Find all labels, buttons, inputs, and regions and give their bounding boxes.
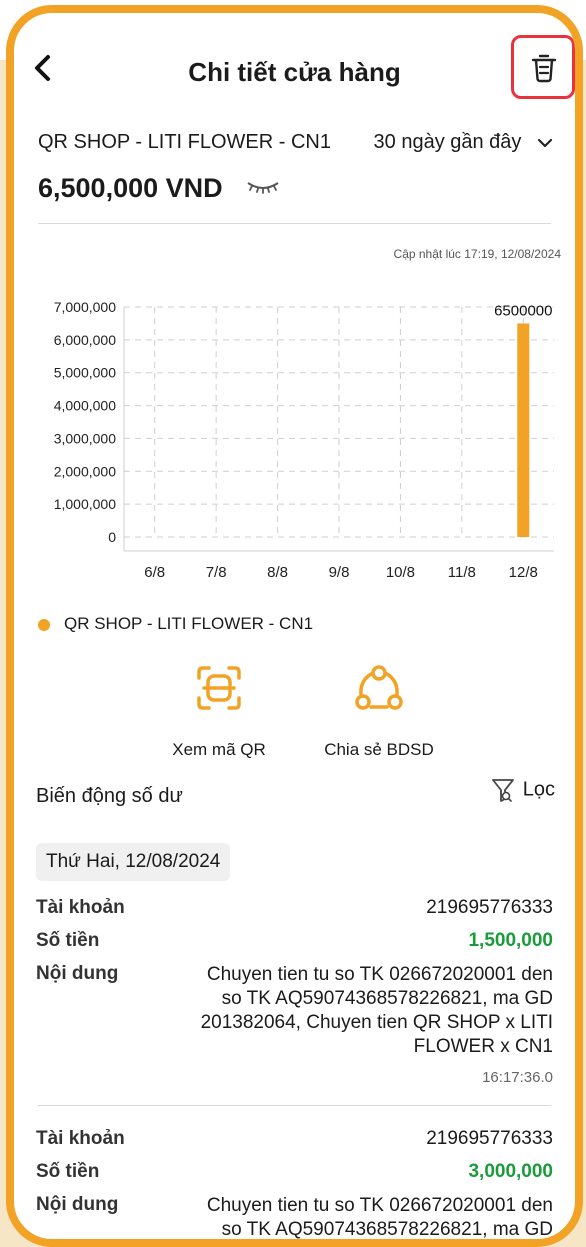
divider xyxy=(38,223,551,224)
balance-amount: 6,500,000 VND xyxy=(38,173,223,203)
hide-balance-button[interactable] xyxy=(246,180,280,199)
x-tick-label: 9/8 xyxy=(329,564,350,581)
legend-marker xyxy=(38,619,50,631)
y-tick-label: 3,000,000 xyxy=(54,430,116,446)
x-tick-label: 11/8 xyxy=(448,564,476,581)
account-label: Tài khoản xyxy=(36,1128,125,1149)
x-tick-label: 12/8 xyxy=(509,564,538,581)
x-tick-label: 8/8 xyxy=(267,564,288,581)
eye-closed-icon xyxy=(247,182,279,194)
divider xyxy=(38,1105,551,1106)
legend-label: QR SHOP - LITI FLOWER - CN1 xyxy=(64,614,314,633)
date-range-label: 30 ngày gần đây xyxy=(373,131,522,153)
content-label: Nội dung xyxy=(36,963,119,984)
share-bdsd-label: Chia sẻ BDSD xyxy=(324,740,434,759)
y-tick-label: 5,000,000 xyxy=(54,365,116,381)
transaction-time: 16:17:36.0 xyxy=(482,1069,553,1086)
chevron-down-icon xyxy=(537,138,553,147)
content-label: Nội dung xyxy=(36,1194,119,1215)
transaction-item[interactable]: Tài khoản 219695776333 Số tiền 1,500,000… xyxy=(36,897,553,1097)
share-nodes-icon xyxy=(355,665,403,710)
view-qr-label: Xem mã QR xyxy=(172,740,266,759)
share-bdsd-button[interactable]: Chia sẻ BDSD xyxy=(299,663,459,760)
page-title: Chi tiết cửa hàng xyxy=(188,57,401,87)
filter-button[interactable]: Lọc xyxy=(491,777,555,803)
account-label: Tài khoản xyxy=(36,897,125,918)
y-tick-label: 7,000,000 xyxy=(54,299,116,315)
amount-label: Số tiền xyxy=(36,930,100,951)
x-tick-label: 7/8 xyxy=(206,564,227,581)
date-header: Thứ Hai, 12/08/2024 xyxy=(36,843,231,881)
date-range-select[interactable]: 30 ngày gần đây xyxy=(374,131,553,154)
y-tick-label: 4,000,000 xyxy=(54,398,116,414)
x-tick-label: 6/8 xyxy=(144,564,165,581)
section-title: Biến động số dư xyxy=(36,785,183,807)
y-tick-label: 0 xyxy=(108,529,116,545)
y-tick-label: 1,000,000 xyxy=(54,496,116,512)
filter-icon xyxy=(492,779,515,802)
amount-label: Số tiền xyxy=(36,1161,100,1182)
y-tick-label: 6,000,000 xyxy=(54,332,116,348)
updated-time: Cập nhật lúc 17:19, 12/08/2024 xyxy=(393,247,561,261)
top-bar: Chi tiết cửa hàng xyxy=(14,13,575,123)
amount-value: 3,000,000 xyxy=(468,1161,553,1182)
phone-frame: Chi tiết cửa hàng QR SHOP - LITI FLOWER … xyxy=(6,5,583,1247)
account-value: 219695776333 xyxy=(426,1128,553,1149)
content-value: Chuyen tien tu so TK 026672020001 den so… xyxy=(200,964,553,1057)
account-value: 219695776333 xyxy=(426,897,553,918)
chart-bar xyxy=(517,323,530,537)
view-qr-button[interactable]: Xem mã QR xyxy=(139,663,299,760)
trash-icon xyxy=(531,54,557,83)
delete-button[interactable] xyxy=(511,35,575,99)
content-value: Chuyen tien tu so TK 026672020001 den so… xyxy=(206,1195,553,1240)
qr-scan-icon xyxy=(197,666,241,710)
store-name: QR SHOP - LITI FLOWER - CN1 xyxy=(38,131,331,153)
transaction-item[interactable]: Tài khoản 219695776333 Số tiền 3,000,000… xyxy=(36,1128,553,1240)
amount-value: 1,500,000 xyxy=(468,930,553,951)
balance-chart: 0 1,000,000 2,000,000 3,000,000 4,000,000 5,0… xyxy=(54,299,554,581)
filter-label: Lọc xyxy=(522,778,555,801)
bar-data-label: 6500000 xyxy=(494,302,552,319)
x-tick-label: 10/8 xyxy=(386,564,415,581)
y-tick-label: 2,000,000 xyxy=(54,463,116,479)
